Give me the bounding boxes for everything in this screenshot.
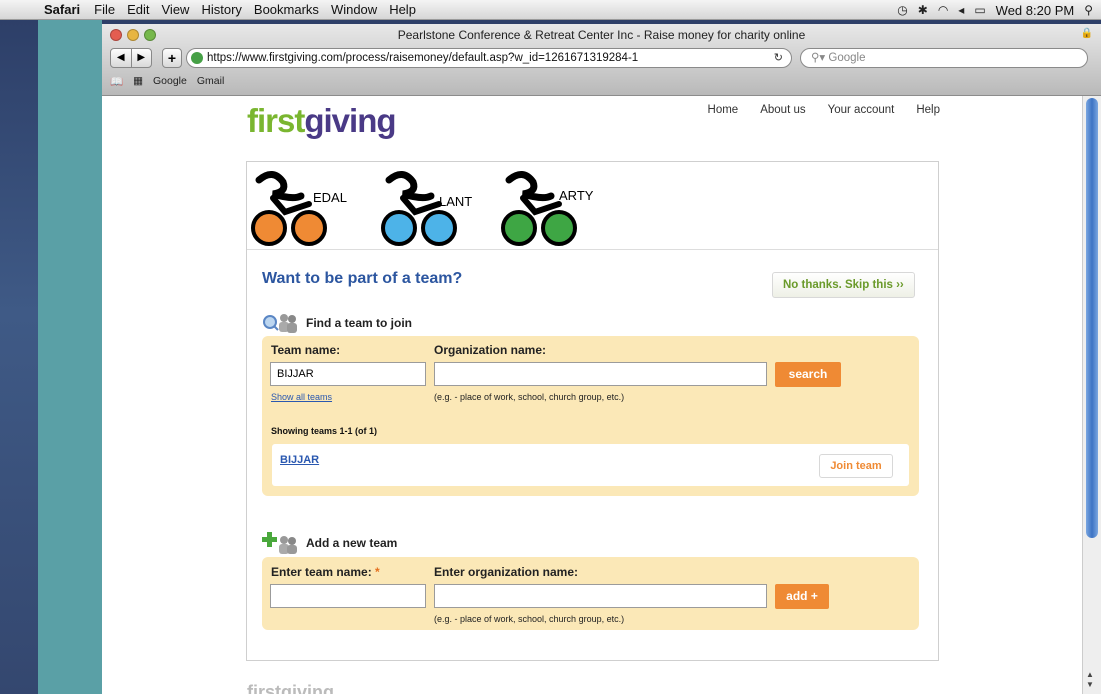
- battery-icon[interactable]: ▭: [974, 3, 985, 17]
- banner-word-2: LANT: [439, 194, 472, 209]
- skip-button[interactable]: No thanks. Skip this ››: [772, 272, 915, 298]
- find-team-title: Find a team to join: [262, 312, 412, 334]
- add-team-panel: Enter team name: * Enter organization na…: [262, 557, 919, 630]
- org-hint: (e.g. - place of work, school, church gr…: [434, 392, 625, 402]
- required-asterisk: *: [375, 565, 380, 579]
- find-team-panel: Team name: Organization name: BIJJAR sea…: [262, 336, 919, 496]
- nav-about[interactable]: About us: [760, 104, 805, 116]
- menu-window[interactable]: Window: [325, 2, 383, 17]
- search-field[interactable]: ⚲▾ Google: [800, 48, 1088, 68]
- menu-edit[interactable]: Edit: [121, 2, 155, 17]
- team-result-row: BIJJAR Join team: [272, 444, 909, 486]
- browser-window: Pearlstone Conference & Retreat Center I…: [102, 24, 1101, 694]
- nav-help[interactable]: Help: [916, 104, 940, 116]
- menu-view[interactable]: View: [156, 2, 196, 17]
- new-org-name-input[interactable]: [434, 584, 767, 608]
- web-page: firstgiving Home About us Your account H…: [102, 96, 1082, 694]
- team-name-input[interactable]: BIJJAR: [270, 362, 426, 386]
- bluetooth-icon[interactable]: ✱: [918, 3, 928, 17]
- team-card: EDAL LANT ARTY Want to be part of a team…: [246, 161, 939, 661]
- window-titlebar: Pearlstone Conference & Retreat Center I…: [102, 24, 1101, 96]
- reload-icon[interactable]: ↻: [774, 49, 783, 67]
- footer-logo-giving: giving: [281, 682, 335, 694]
- banner-word-1: EDAL: [313, 190, 347, 205]
- menubar-clock[interactable]: Wed 8:20 PM: [996, 3, 1075, 18]
- lock-icon: 🔒: [1080, 28, 1093, 39]
- add-team-label: Add a new team: [306, 536, 398, 550]
- enter-team-name-text: Enter team name:: [271, 565, 372, 579]
- team-name-label: Team name:: [271, 343, 341, 357]
- page-heading: Want to be part of a team?: [262, 270, 463, 287]
- org-name-label: Organization name:: [434, 343, 547, 357]
- search-placeholder: Google: [828, 52, 866, 64]
- new-team-name-input[interactable]: [270, 584, 426, 608]
- forward-button[interactable]: ▶: [130, 49, 152, 67]
- nav-account[interactable]: Your account: [828, 104, 895, 116]
- address-bar[interactable]: https://www.firstgiving.com/process/rais…: [186, 48, 792, 68]
- logo-first: first: [247, 102, 305, 139]
- back-button[interactable]: ◀: [111, 49, 131, 67]
- address-text: https://www.firstgiving.com/process/rais…: [207, 52, 639, 64]
- nav-home[interactable]: Home: [708, 104, 739, 116]
- menu-history[interactable]: History: [195, 2, 247, 17]
- search-icon: ⚲▾: [811, 52, 829, 64]
- team-result-link[interactable]: BIJJAR: [280, 454, 319, 466]
- add-people-icon: [262, 532, 298, 554]
- banner-word-3: ARTY: [559, 188, 594, 203]
- bookmark-gmail[interactable]: Gmail: [197, 75, 224, 87]
- scroll-arrows-icon[interactable]: ▲ ▼: [1086, 670, 1094, 690]
- new-org-hint: (e.g. - place of work, school, church gr…: [434, 614, 625, 624]
- footer-logo[interactable]: firstgiving: [247, 682, 334, 694]
- menu-bookmarks[interactable]: Bookmarks: [248, 2, 325, 17]
- window-title: Pearlstone Conference & Retreat Center I…: [397, 28, 806, 42]
- back-forward-buttons: ◀ ▶: [110, 48, 152, 68]
- org-name-input[interactable]: [434, 362, 767, 386]
- add-team-button[interactable]: add +: [775, 584, 829, 609]
- bookmarks-bar: 📖 ▦ Google Gmail: [110, 72, 224, 90]
- search-button[interactable]: search: [775, 362, 841, 387]
- footer-logo-first: first: [247, 682, 282, 694]
- pedal-plant-party-banner: EDAL LANT ARTY: [251, 171, 594, 246]
- add-bookmark-button[interactable]: +: [162, 48, 182, 68]
- campaign-banner: EDAL LANT ARTY: [247, 162, 938, 250]
- menu-file[interactable]: File: [88, 2, 121, 17]
- reading-list-icon[interactable]: 📖: [110, 75, 123, 88]
- add-team-title: Add a new team: [262, 532, 397, 554]
- time-machine-icon[interactable]: ◷: [897, 3, 907, 17]
- enter-team-name-label: Enter team name: *: [271, 565, 380, 579]
- find-team-label: Find a team to join: [306, 316, 413, 330]
- bookmark-google[interactable]: Google: [153, 75, 187, 87]
- wifi-icon[interactable]: ◠: [938, 3, 948, 17]
- firstgiving-logo[interactable]: firstgiving: [247, 102, 397, 140]
- top-nav: Home About us Your account Help: [708, 104, 940, 116]
- menu-app[interactable]: Safari: [30, 2, 88, 17]
- join-team-button[interactable]: Join team: [819, 454, 893, 478]
- top-sites-grid-icon[interactable]: ▦: [133, 75, 143, 87]
- logo-giving: giving: [304, 102, 396, 139]
- menubar: Safari File Edit View History Bookmarks …: [0, 0, 1101, 20]
- show-all-teams-link[interactable]: Show all teams: [271, 392, 332, 402]
- menubar-status: ◷ ✱ ◠ ◂ ▭ Wed 8:20 PM ⚲: [897, 0, 1101, 20]
- scrollbar-thumb[interactable]: [1086, 98, 1098, 538]
- volume-icon[interactable]: ◂: [958, 3, 964, 17]
- enter-org-name-label: Enter organization name:: [434, 565, 579, 579]
- desktop-window-edge: [38, 20, 102, 694]
- search-people-icon: [262, 312, 298, 334]
- results-count: Showing teams 1-1 (of 1): [271, 426, 378, 436]
- browser-toolbar: ◀ ▶ + https://www.firstgiving.com/proces…: [110, 48, 1090, 70]
- spotlight-search-icon[interactable]: ⚲: [1084, 3, 1093, 17]
- favicon-icon: [191, 52, 203, 64]
- vertical-scrollbar[interactable]: ▲ ▼: [1082, 96, 1101, 694]
- menu-help[interactable]: Help: [383, 2, 422, 17]
